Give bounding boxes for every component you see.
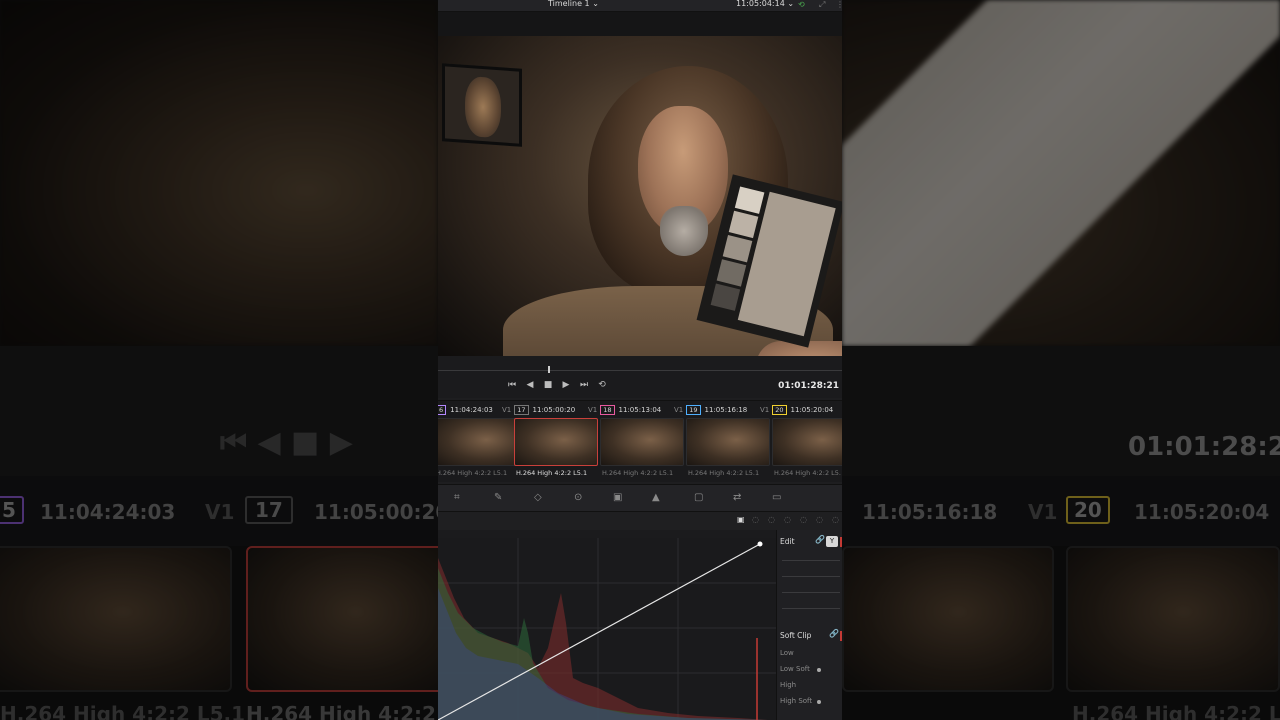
blur-icon[interactable]: ▲ — [652, 492, 660, 503]
clip-number: 19 — [686, 405, 701, 415]
clip-track: V1 — [588, 406, 598, 414]
clip-timecode: 11:05:20:04 — [790, 406, 834, 414]
sizing-icon[interactable]: ⇄ — [733, 492, 741, 503]
background-shade — [842, 0, 1280, 720]
go-to-start-icon[interactable]: ⏮ — [506, 380, 518, 390]
edit-slider-y[interactable] — [782, 560, 840, 561]
soft-clip-red-indicator[interactable] — [840, 631, 842, 641]
video-frame[interactable] — [438, 36, 842, 356]
go-to-end-icon[interactable]: ⏭ — [578, 380, 590, 390]
clip-timecode: 11:05:13:04 — [618, 406, 662, 414]
stop-icon[interactable]: ■ — [542, 380, 554, 390]
reverse-play-icon[interactable]: ◀ — [524, 380, 536, 390]
clip-thumbnail[interactable] — [772, 418, 842, 466]
playhead[interactable] — [548, 366, 550, 373]
custom-curves-panel: Edit 🔗 Y Soft Clip 🔗 Low Low Soft High H… — [438, 530, 842, 720]
clip-17[interactable]: V1 17 11:05:00:20 H.264 High 4:2:2 L5.1 — [502, 401, 598, 483]
background-shade — [0, 0, 438, 720]
play-icon[interactable]: ▶ — [560, 380, 572, 390]
custom-curves-icon[interactable]: ▣ — [737, 515, 745, 524]
clip-18[interactable]: V1 18 11:05:13:04 H.264 High 4:2:2 L5.1 — [588, 401, 684, 483]
edit-slider-g[interactable] — [782, 592, 840, 593]
3d-icon[interactable]: ▭ — [772, 492, 781, 503]
link-icon[interactable]: 🔗 — [815, 535, 825, 544]
color-warper-icon[interactable]: ⌗ — [454, 492, 460, 503]
low-soft-slider[interactable] — [817, 668, 821, 672]
background-left: ⏮ ◀ ■ ▶ 5 11:04:24:03 V1 17 11:05:00:20 … — [0, 0, 438, 720]
clip-thumbnail-selected[interactable] — [514, 418, 598, 466]
clip-thumbnail[interactable] — [686, 418, 770, 466]
soft-clip-label: Soft Clip — [780, 631, 812, 640]
clip-thumbnail[interactable] — [600, 418, 684, 466]
qualifier-icon[interactable]: ✎ — [494, 492, 502, 503]
clip-timecode: 11:05:16:18 — [704, 406, 748, 414]
edit-slider-b[interactable] — [782, 608, 840, 609]
y-channel-button[interactable]: Y — [826, 536, 838, 547]
magic-mask-icon[interactable]: ▣ — [613, 492, 622, 503]
clip-track: V1 — [502, 406, 512, 414]
more-icon[interactable]: ⋮ — [836, 0, 842, 9]
fullscreen-icon[interactable]: ⤢ — [819, 0, 825, 10]
hue-vs-lum-icon[interactable]: ◌ — [784, 515, 791, 524]
key-icon[interactable]: ▢ — [694, 492, 703, 503]
viewer — [438, 12, 842, 356]
edit-label: Edit — [780, 537, 795, 546]
curves-side-panel: Edit 🔗 Y Soft Clip 🔗 Low Low Soft High H… — [776, 530, 842, 720]
low-soft-label: Low Soft — [780, 665, 810, 673]
clip-timecode: 11:04:24:03 — [450, 406, 493, 414]
clip-timecode: 11:05:00:20 — [532, 406, 576, 414]
clip-track: V1 — [674, 406, 684, 414]
viewer-timecode-top[interactable]: 11:05:04:14 ⌄ — [736, 0, 794, 8]
high-soft-slider[interactable] — [817, 700, 821, 704]
clip-number: 6 — [438, 405, 447, 415]
hue-vs-sat-icon[interactable]: ◌ — [768, 515, 775, 524]
bypass-icon[interactable]: ⟲ — [798, 0, 805, 9]
curves-mode-bar: ▣ ◌ ◌ ◌ ◌ ◌ ◌ — [438, 512, 842, 530]
clip-19[interactable]: V1 19 11:05:16:18 H.264 High 4:2:2 L5.1 — [674, 401, 770, 483]
clip-codec: H.264 High 4:2:2 L5. — [774, 469, 841, 477]
soft-clip-link-icon[interactable]: 🔗 — [829, 629, 839, 638]
loop-icon[interactable]: ⟲ — [596, 380, 608, 390]
low-label: Low — [780, 649, 794, 657]
curve-point-white[interactable] — [757, 541, 763, 547]
transport-controls: ⏮ ◀ ■ ▶ ⏭ ⟲ — [506, 380, 608, 390]
scrubber-bar[interactable]: ⏮ ◀ ■ ▶ ⏭ ⟲ 01:01:28:21 — [438, 356, 842, 398]
clip-number: 18 — [600, 405, 615, 415]
curve-graph[interactable] — [438, 538, 776, 720]
viewer-titlebar: Timeline 1 ⌄ 11:05:04:14 ⌄ ⟲ ⤢ ⋮ — [438, 0, 842, 12]
hue-vs-hue-icon[interactable]: ◌ — [752, 515, 759, 524]
high-soft-label: High Soft — [780, 697, 813, 705]
clip-number: 17 — [514, 405, 529, 415]
sat-vs-sat-icon[interactable]: ◌ — [816, 515, 823, 524]
viewer-timecode: 01:01:28:21 — [778, 381, 839, 391]
resolve-color-page: Timeline 1 ⌄ 11:05:04:14 ⌄ ⟲ ⤢ ⋮ ⏮ ◀ ■ ▶… — [438, 0, 842, 720]
sat-vs-lum-icon[interactable]: ◌ — [832, 515, 839, 524]
lum-vs-sat-icon[interactable]: ◌ — [800, 515, 807, 524]
clip-track: V1 — [760, 406, 770, 414]
clip-20[interactable]: V1 20 11:05:20:04 H.264 High 4:2:2 L5. — [760, 401, 842, 483]
tracker-icon[interactable]: ⊙ — [574, 492, 582, 503]
red-channel-indicator[interactable] — [840, 537, 842, 547]
window-icon[interactable]: ◇ — [534, 492, 542, 503]
edit-slider-r[interactable] — [782, 576, 840, 577]
clip-strip: 6 11:04:24:03 H.264 High 4:2:2 L5.1 V1 17 1… — [438, 400, 842, 482]
clip-number: 20 — [772, 405, 787, 415]
background-monitor — [442, 63, 522, 147]
palette-toolbar: ⌗ ✎ ◇ ⊙ ▣ ▲ ▢ ⇄ ▭ — [438, 484, 842, 512]
timeline-name[interactable]: Timeline 1 ⌄ — [548, 0, 599, 8]
background-right: 01:01:28:21 11:05:16:18 V1 20 11:05:20:0… — [842, 0, 1280, 720]
high-label: High — [780, 681, 797, 689]
